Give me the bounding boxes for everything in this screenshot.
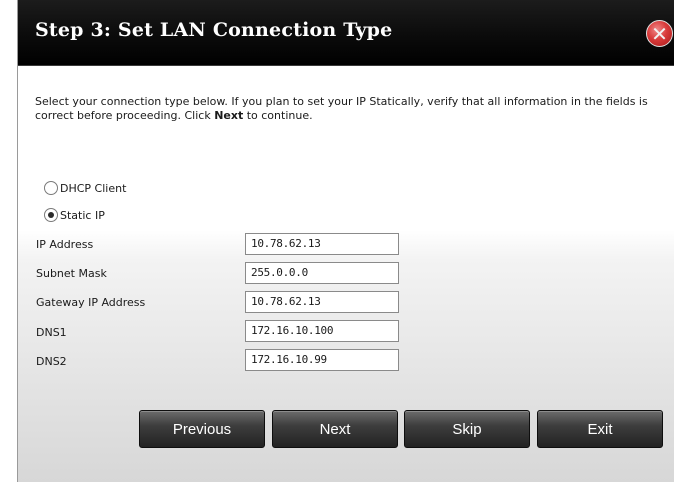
dhcp-client-radio[interactable] (44, 181, 58, 195)
dns1-input[interactable]: 172.16.10.100 (245, 320, 399, 342)
subnet-mask-input[interactable]: 255.0.0.0 (245, 262, 399, 284)
dns2-label: DNS2 (36, 355, 67, 368)
instructions-text: Select your connection type below. If yo… (35, 95, 655, 123)
intro-next-emphasis: Next (214, 109, 244, 122)
previous-button[interactable]: Previous (139, 410, 265, 448)
x-glyph-icon: ✕ (651, 21, 668, 46)
dialog-title: Step 3: Set LAN Connection Type (35, 19, 393, 41)
dialog-title-bar: Step 3: Set LAN Connection Type ✕ (18, 0, 674, 66)
intro-text-end: to continue. (243, 109, 313, 122)
static-ip-option[interactable]: Static IP (44, 208, 105, 222)
skip-button[interactable]: Skip (404, 410, 530, 448)
exit-button[interactable]: Exit (537, 410, 663, 448)
static-ip-radio[interactable] (44, 208, 58, 222)
gateway-ip-input[interactable]: 10.78.62.13 (245, 291, 399, 313)
ip-address-label: IP Address (36, 238, 94, 251)
close-icon[interactable]: ✕ (646, 20, 673, 47)
dhcp-client-label: DHCP Client (60, 181, 127, 195)
static-ip-label: Static IP (60, 208, 105, 222)
ip-address-input[interactable]: 10.78.62.13 (245, 233, 399, 255)
subnet-mask-label: Subnet Mask (36, 267, 107, 280)
dns1-label: DNS1 (36, 326, 67, 339)
gateway-ip-label: Gateway IP Address (36, 296, 146, 309)
next-button[interactable]: Next (272, 410, 398, 448)
dns2-input[interactable]: 172.16.10.99 (245, 349, 399, 371)
dhcp-client-option[interactable]: DHCP Client (44, 181, 126, 195)
intro-text-start: Select your connection type below. If yo… (35, 95, 648, 122)
lan-connection-dialog: Step 3: Set LAN Connection Type ✕ Select… (17, 0, 674, 482)
